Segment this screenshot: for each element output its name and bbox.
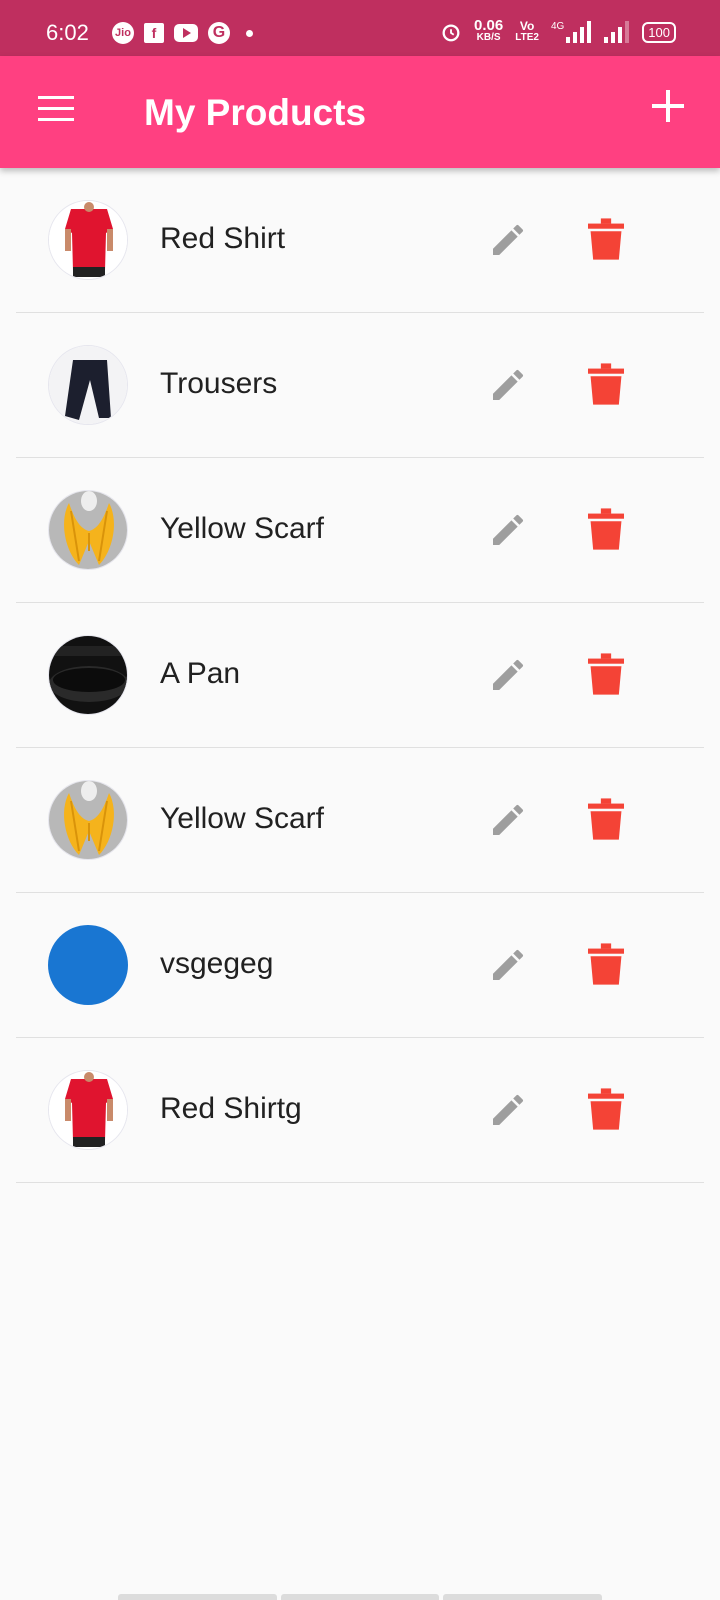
edit-icon[interactable]	[488, 510, 528, 550]
delete-icon[interactable]	[588, 653, 624, 695]
edit-icon[interactable]	[488, 1090, 528, 1130]
product-name: Yellow Scarf	[160, 802, 324, 835]
product-list: Red Shirt Trousers Yellow Scarf A Pan Yellow…	[16, 168, 704, 1183]
product-name: Red Shirt	[160, 222, 286, 255]
nav-segment	[443, 1594, 603, 1600]
jio-icon: Jio	[112, 22, 134, 44]
product-name: vsgegeg	[160, 947, 274, 980]
product-image-red-shirt	[48, 200, 128, 280]
network-speed: 0.06 KB/S	[474, 17, 504, 44]
product-image-blue-circle	[48, 925, 128, 1005]
app-bar: My Products	[0, 56, 720, 168]
product-image-yellow-scarf	[48, 780, 128, 860]
product-row[interactable]: vsgegeg	[16, 893, 704, 1038]
menu-icon-bar	[38, 118, 74, 121]
delete-icon[interactable]	[588, 1088, 624, 1130]
product-image-yellow-scarf	[48, 490, 128, 570]
signal-strength-sim2-icon	[604, 21, 630, 43]
nav-segment	[280, 1594, 440, 1600]
edit-icon[interactable]	[488, 800, 528, 840]
product-image-pan	[48, 635, 128, 715]
network-speed-unit: KB/S	[476, 32, 501, 43]
menu-button[interactable]	[38, 96, 74, 124]
product-row[interactable]: Trousers	[16, 313, 704, 458]
delete-icon[interactable]	[588, 798, 624, 840]
volte-bottom: LTE2	[515, 32, 539, 43]
network-speed-value: 0.06	[474, 17, 504, 34]
signal-strength-icon: 4G	[551, 21, 592, 43]
product-row[interactable]: Yellow Scarf	[16, 748, 704, 893]
delete-icon[interactable]	[588, 218, 624, 260]
youtube-icon	[174, 24, 198, 42]
product-name: A Pan	[160, 657, 241, 690]
google-icon: G	[208, 22, 230, 44]
product-row[interactable]: Red Shirtg	[16, 1038, 704, 1183]
network-type: 4G	[550, 21, 565, 32]
edit-icon[interactable]	[488, 220, 528, 260]
product-name: Red Shirtg	[160, 1092, 302, 1125]
product-image-trousers	[48, 345, 128, 425]
alarm-icon	[442, 24, 460, 42]
edit-icon[interactable]	[488, 945, 528, 985]
status-time: 6:02	[46, 20, 89, 45]
product-image-red-shirt	[48, 1070, 128, 1150]
notification-icons: Jio f G	[112, 22, 253, 44]
menu-icon-bar	[38, 96, 74, 99]
battery-icon: 100	[642, 21, 676, 43]
facebook-icon: f	[144, 23, 164, 43]
gesture-navigation-bar[interactable]	[118, 1594, 603, 1600]
system-icons: 0.06 KB/S Vo LTE2 4G 100	[440, 17, 676, 44]
more-notifications-dot	[246, 29, 253, 37]
delete-icon[interactable]	[588, 943, 624, 985]
product-name: Yellow Scarf	[160, 512, 324, 545]
product-name: Trousers	[160, 367, 278, 400]
add-product-button[interactable]	[648, 86, 688, 126]
product-row[interactable]: A Pan	[16, 603, 704, 748]
volte-indicator: Vo LTE2	[515, 20, 539, 44]
nav-segment	[118, 1594, 277, 1600]
menu-icon-bar	[38, 107, 74, 110]
status-bar: 6:02 Jio f G 0.06 KB/S Vo LTE2 4G 100	[0, 0, 720, 56]
delete-icon[interactable]	[588, 508, 624, 550]
volte-top: Vo	[519, 19, 535, 33]
delete-icon[interactable]	[588, 363, 624, 405]
edit-icon[interactable]	[488, 365, 528, 405]
product-row[interactable]: Red Shirt	[16, 168, 704, 313]
edit-icon[interactable]	[488, 655, 528, 695]
page-title: My Products	[144, 92, 367, 133]
product-row[interactable]: Yellow Scarf	[16, 458, 704, 603]
